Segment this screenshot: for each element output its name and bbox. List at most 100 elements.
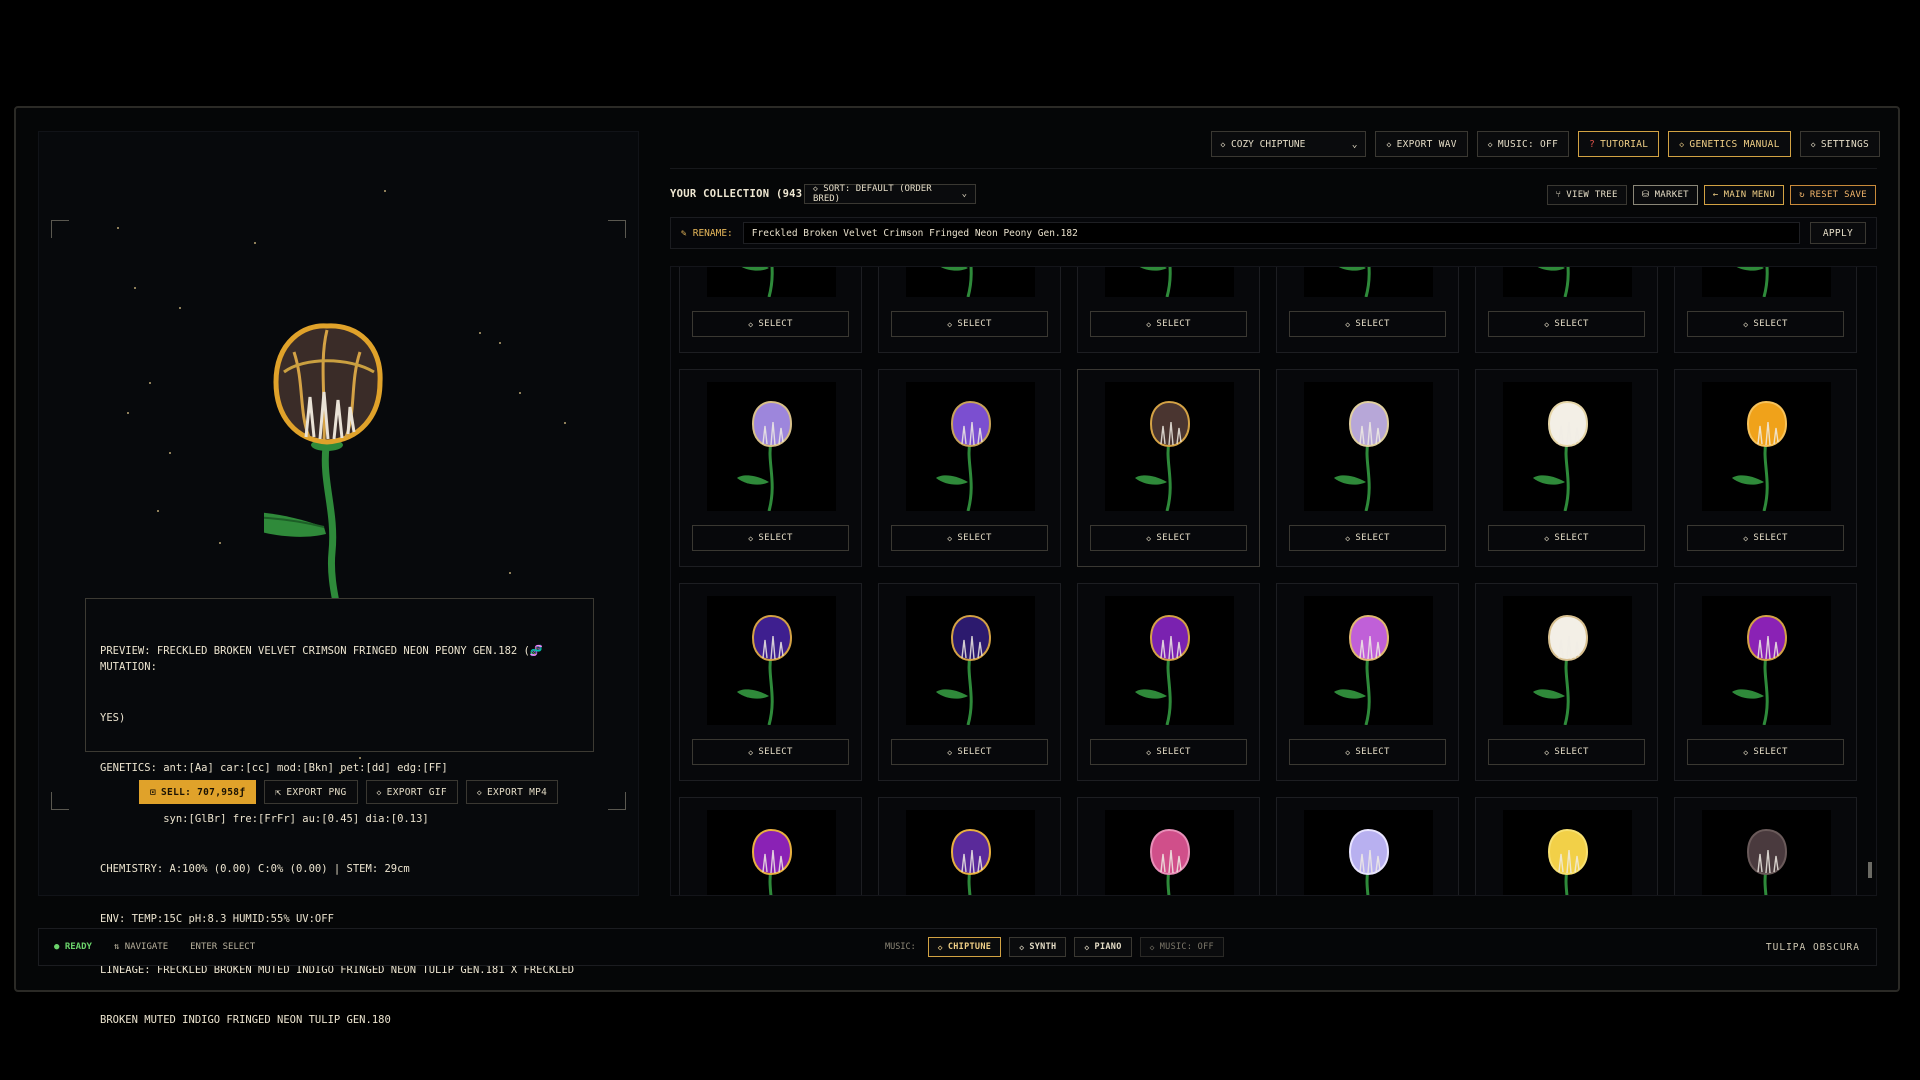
flower-thumbnail[interactable]: [1304, 596, 1433, 725]
select-button[interactable]: ◇ SELECT: [1488, 739, 1645, 765]
flower-thumbnail[interactable]: [1105, 810, 1234, 895]
flower-card[interactable]: ◇SELECT: [878, 267, 1061, 353]
flower-thumbnail[interactable]: [1702, 810, 1831, 895]
flower-thumbnail[interactable]: [1304, 267, 1433, 297]
export-gif-button[interactable]: ◇ EXPORT GIF: [365, 780, 458, 804]
select-button[interactable]: ◇ SELECT: [1488, 311, 1645, 337]
select-button[interactable]: ◇ SELECT: [1687, 739, 1844, 765]
chiptune-button[interactable]: ◇ CHIPTUNE: [927, 937, 1002, 957]
flower-thumbnail[interactable]: [1503, 382, 1632, 511]
export-wav-button[interactable]: ◇ EXPORT WAV: [1375, 131, 1468, 157]
flower-thumbnail[interactable]: [707, 267, 836, 297]
flower-thumbnail[interactable]: [1105, 382, 1234, 511]
select-button[interactable]: ◇ SELECT: [891, 739, 1048, 765]
select-button[interactable]: ◇ SELECT: [1090, 311, 1247, 337]
select-button[interactable]: ◇ SELECT: [692, 739, 849, 765]
flower-thumbnail[interactable]: [1304, 810, 1433, 895]
sort-select[interactable]: ◇ SORT: DEFAULT (ORDER BRED) ⌄: [804, 184, 976, 204]
flower-thumbnail[interactable]: [1503, 810, 1632, 895]
select-button[interactable]: ◇ SELECT: [1090, 739, 1247, 765]
flower-card[interactable]: ◇SELECT: [1276, 369, 1459, 567]
select-button[interactable]: ◇ SELECT: [1488, 525, 1645, 551]
select-button[interactable]: ◇ SELECT: [1687, 525, 1844, 551]
flower-thumbnail[interactable]: [906, 267, 1035, 297]
flower-thumbnail[interactable]: [707, 382, 836, 511]
flower-card[interactable]: ◇SELECT: [878, 797, 1061, 895]
sell-button[interactable]: ⊡ SELL: 707,958ƒ: [139, 780, 257, 804]
flower-card[interactable]: ◇SELECT: [1475, 797, 1658, 895]
flower-thumbnail[interactable]: [1105, 596, 1234, 725]
flower-card[interactable]: ◇SELECT: [878, 583, 1061, 781]
pencil-icon: ✎: [681, 227, 687, 239]
flower-card[interactable]: ◇SELECT: [1077, 369, 1260, 567]
star: [509, 572, 511, 574]
flower-thumbnail[interactable]: [1105, 267, 1234, 297]
select-button[interactable]: ◇ SELECT: [692, 311, 849, 337]
flower-card[interactable]: ◇SELECT: [1674, 267, 1857, 353]
flower-card[interactable]: ◇SELECT: [1276, 267, 1459, 353]
select-button[interactable]: ◇ SELECT: [1289, 311, 1446, 337]
flower-thumbnail[interactable]: [1503, 596, 1632, 725]
piano-button[interactable]: ◇ PIANO: [1074, 937, 1132, 957]
flower-card[interactable]: ◇SELECT: [679, 797, 862, 895]
flower-card[interactable]: ◇SELECT: [878, 369, 1061, 567]
flower-thumbnail[interactable]: [1503, 267, 1632, 297]
settings-button[interactable]: ◇ SETTINGS: [1799, 131, 1880, 157]
select-button[interactable]: ◇ SELECT: [1289, 525, 1446, 551]
flower-card[interactable]: ◇SELECT: [1077, 797, 1260, 895]
flower-card[interactable]: ◇SELECT: [679, 267, 862, 353]
flower-thumbnail[interactable]: [707, 810, 836, 895]
flower-card[interactable]: ◇SELECT: [1475, 583, 1658, 781]
flower-card[interactable]: ◇SELECT: [679, 369, 862, 567]
rename-label: ✎ RENAME:: [681, 228, 733, 239]
flower-card[interactable]: ◇SELECT: [679, 583, 862, 781]
flower-thumbnail[interactable]: [906, 810, 1035, 895]
view-tree-button[interactable]: ⑂ VIEW TREE: [1546, 185, 1627, 205]
flower-card[interactable]: ◇SELECT: [1674, 797, 1857, 895]
flower-card[interactable]: ◇SELECT: [1475, 369, 1658, 567]
flower-card[interactable]: ◇SELECT: [1674, 369, 1857, 567]
flower-card[interactable]: ◇SELECT: [1475, 267, 1658, 353]
select-button[interactable]: ◇ SELECT: [692, 525, 849, 551]
flower-thumbnail[interactable]: [906, 382, 1035, 511]
synth-button[interactable]: ◇ SYNTH: [1009, 937, 1067, 957]
select-button[interactable]: ◇ SELECT: [891, 525, 1048, 551]
flower-thumbnail[interactable]: [906, 596, 1035, 725]
genetics-manual-button[interactable]: ◇ GENETICS MANUAL: [1668, 131, 1791, 157]
flower-card[interactable]: ◇SELECT: [1674, 583, 1857, 781]
scrollbar-thumb[interactable]: [1868, 862, 1872, 878]
flower-card[interactable]: ◇SELECT: [1276, 583, 1459, 781]
flower-thumbnail[interactable]: [1702, 267, 1831, 297]
select-button[interactable]: ◇ SELECT: [1289, 739, 1446, 765]
star: [157, 510, 159, 512]
select-label: SELECT: [758, 319, 793, 329]
flower-card[interactable]: ◇SELECT: [1276, 797, 1459, 895]
arrow-left-icon: ←: [1712, 190, 1719, 200]
flower-thumbnail[interactable]: [707, 596, 836, 725]
flower-card[interactable]: ◇SELECT: [1077, 583, 1260, 781]
flower-card[interactable]: ◇SELECT: [1077, 267, 1260, 353]
flower-thumbnail[interactable]: [1304, 382, 1433, 511]
flower-thumbnail[interactable]: [1702, 596, 1831, 725]
rename-input[interactable]: [742, 222, 1800, 244]
select-button[interactable]: ◇ SELECT: [1090, 525, 1247, 551]
collection-grid[interactable]: ◇ SELECT ◇ SELECT ◇ SELECT ◇ SELECT ◇ SELECT ◇ SELE…: [670, 266, 1877, 896]
music-off-button[interactable]: ◇ MUSIC: OFF: [1139, 937, 1224, 957]
reset-save-button[interactable]: ↻ RESET SAVE: [1790, 185, 1876, 205]
tutorial-button[interactable]: ? TUTORIAL: [1578, 131, 1660, 157]
export-png-button[interactable]: ⇱ EXPORT PNG: [264, 780, 358, 804]
preview-flower[interactable]: [264, 312, 404, 602]
help-icon: ?: [1589, 138, 1596, 150]
select-label: SELECT: [1753, 319, 1788, 329]
music-toggle-button[interactable]: ◇ MUSIC: OFF: [1476, 131, 1570, 157]
coin-icon: ⊡: [150, 786, 157, 798]
select-button[interactable]: ◇ SELECT: [891, 311, 1048, 337]
select-button[interactable]: ◇ SELECT: [1687, 311, 1844, 337]
market-button[interactable]: ⛁ MARKET: [1632, 185, 1698, 205]
export-mp4-button[interactable]: ◇ EXPORT MP4: [465, 780, 559, 804]
flower-thumbnail[interactable]: [1702, 382, 1831, 511]
music-off-label: MUSIC: OFF: [1159, 942, 1214, 952]
main-menu-button[interactable]: ← MAIN MENU: [1703, 185, 1785, 205]
apply-button[interactable]: APPLY: [1809, 222, 1866, 244]
music-track-select[interactable]: ◇ COZY CHIPTUNE ⌄: [1211, 131, 1367, 157]
